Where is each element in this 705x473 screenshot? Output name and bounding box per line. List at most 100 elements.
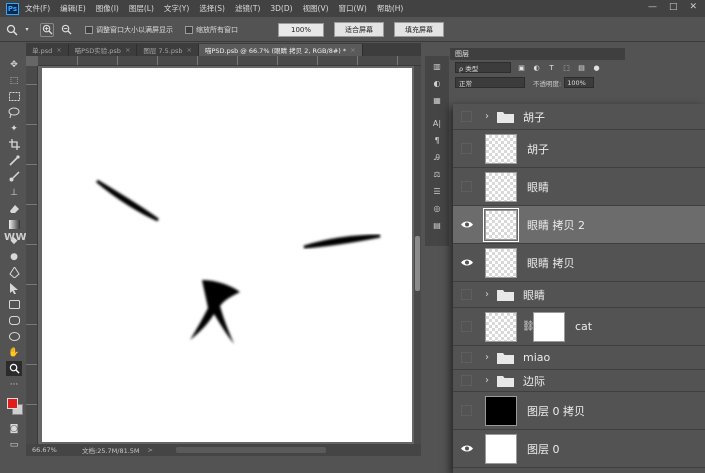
- vertical-ruler[interactable]: [26, 66, 38, 444]
- path-selection-tool-icon[interactable]: [6, 281, 22, 296]
- marquee-tool-icon[interactable]: [6, 89, 22, 104]
- horizontal-ruler[interactable]: [38, 56, 421, 66]
- layer-row[interactable]: 图层 0 拷贝: [453, 392, 705, 430]
- menu-help[interactable]: 帮助(H): [377, 3, 404, 14]
- eraser-tool-icon[interactable]: [6, 201, 22, 216]
- crop-tool-icon[interactable]: [6, 137, 22, 152]
- menu-edit[interactable]: 编辑(E): [60, 3, 86, 14]
- menu-select[interactable]: 选择(S): [199, 3, 225, 14]
- eye-icon[interactable]: [458, 443, 476, 455]
- tab-close-icon[interactable]: ×: [187, 46, 192, 54]
- color-swatches[interactable]: [4, 396, 24, 420]
- layer-row[interactable]: 眼睛: [453, 168, 705, 206]
- maximize-button[interactable]: □: [669, 2, 678, 12]
- status-menu-arrow[interactable]: >: [148, 446, 153, 454]
- tab-document-active[interactable]: 喵PSD.psb @ 66.7% (眼睛 拷贝 2, RGB/8#) * ×: [198, 44, 363, 56]
- resize-windows-checkbox[interactable]: 调整窗口大小以满屏显示: [85, 25, 173, 35]
- smart-object-filter-icon[interactable]: ▤: [577, 63, 586, 72]
- rectangle-tool-icon[interactable]: [6, 297, 22, 312]
- rounded-rectangle-tool-icon[interactable]: [6, 313, 22, 328]
- pen-tool-icon[interactable]: [6, 265, 22, 280]
- eye-icon[interactable]: [458, 257, 476, 269]
- adjustment-filter-icon[interactable]: ◐: [532, 63, 541, 72]
- visibility-toggle-off[interactable]: [461, 111, 472, 122]
- history-panel-icon[interactable]: ▥: [430, 60, 444, 73]
- fill-screen-button[interactable]: 填充屏幕: [394, 22, 444, 37]
- visibility-toggle-off[interactable]: [461, 352, 472, 363]
- swatches-panel-icon[interactable]: ▦: [430, 94, 444, 107]
- menu-layer[interactable]: 图层(L): [129, 3, 154, 14]
- hand-tool-icon[interactable]: ✋: [6, 345, 22, 360]
- zoom-out-icon[interactable]: [59, 23, 73, 37]
- character-panel-icon[interactable]: A|: [430, 117, 444, 130]
- tab-close-icon[interactable]: ×: [56, 46, 61, 54]
- menu-filter[interactable]: 滤镜(T): [235, 3, 260, 14]
- scrollbar-thumb[interactable]: [415, 236, 420, 291]
- layer-row[interactable]: 图层 0: [453, 430, 705, 468]
- chevron-right-icon[interactable]: ›: [485, 352, 489, 363]
- chevron-right-icon[interactable]: ›: [485, 375, 489, 386]
- shape-filter-icon[interactable]: ⬚: [562, 63, 571, 72]
- menu-type[interactable]: 文字(Y): [164, 3, 189, 14]
- layer-row-masked[interactable]: ⛓ cat: [453, 308, 705, 346]
- close-button[interactable]: ✕: [689, 2, 697, 12]
- visibility-toggle-off[interactable]: [461, 321, 472, 332]
- zoom-100-button[interactable]: 100%: [278, 22, 324, 37]
- opacity-field[interactable]: 100%: [564, 77, 595, 88]
- menu-view[interactable]: 视图(V): [303, 3, 329, 14]
- menu-3d[interactable]: 3D(D): [270, 4, 292, 13]
- layer-row[interactable]: 胡子: [453, 130, 705, 168]
- minimize-button[interactable]: —: [648, 2, 657, 12]
- filter-toggle-icon[interactable]: ●: [592, 63, 601, 72]
- zoom-tool-icon[interactable]: [6, 361, 22, 376]
- glyphs-panel-icon[interactable]: Ꭿ: [430, 151, 444, 164]
- brush-tool-icon[interactable]: [6, 169, 22, 184]
- gradient-tool-icon[interactable]: [6, 217, 22, 232]
- visibility-toggle-off[interactable]: [461, 289, 472, 300]
- layer-group-row[interactable]: › miao: [453, 346, 705, 370]
- menu-file[interactable]: 文件(F): [25, 3, 50, 14]
- move-tool-icon[interactable]: ✥: [6, 57, 22, 72]
- adjustments-panel-icon[interactable]: ⚖: [430, 168, 444, 181]
- magic-wand-tool-icon[interactable]: ✦: [6, 121, 22, 136]
- visibility-toggle-off[interactable]: [461, 375, 472, 386]
- chevron-right-icon[interactable]: ›: [485, 111, 489, 122]
- stamp-tool-icon[interactable]: ⊥: [6, 185, 22, 200]
- lasso-tool-icon[interactable]: [6, 105, 22, 120]
- fit-screen-button[interactable]: 适合屏幕: [334, 22, 384, 37]
- layer-group-row[interactable]: › 胡子: [453, 104, 705, 130]
- layer-row-selected[interactable]: 眼睛 拷贝 2: [453, 206, 705, 244]
- properties-panel-icon[interactable]: ▤: [430, 219, 444, 232]
- ellipse-tool-icon[interactable]: [6, 329, 22, 344]
- channels-panel-icon[interactable]: ◎: [430, 202, 444, 215]
- libraries-panel-icon[interactable]: ☰: [430, 185, 444, 198]
- dropdown-arrow-icon[interactable]: ▾: [24, 23, 30, 37]
- layer-row[interactable]: 眼睛 拷贝: [453, 244, 705, 282]
- layer-group-row[interactable]: › 眼睛: [453, 282, 705, 308]
- quick-mask-icon[interactable]: ◙: [6, 421, 22, 436]
- horizontal-scrollbar[interactable]: [176, 447, 326, 453]
- chevron-right-icon[interactable]: ›: [485, 289, 489, 300]
- color-panel-icon[interactable]: ◐: [430, 77, 444, 90]
- document-canvas[interactable]: [42, 68, 412, 442]
- menu-window[interactable]: 窗口(W): [339, 3, 367, 14]
- eyedropper-tool-icon[interactable]: [6, 153, 22, 168]
- layer-kind-filter[interactable]: ρ 类型: [455, 62, 511, 73]
- layers-panel-title[interactable]: 图层: [450, 48, 625, 60]
- tab-document-1[interactable]: 单.psd ×: [26, 44, 69, 56]
- zoom-all-windows-checkbox[interactable]: 缩放所有窗口: [185, 25, 238, 35]
- canvas-area[interactable]: [26, 56, 421, 444]
- tab-close-icon[interactable]: ×: [350, 46, 355, 54]
- tab-document-2[interactable]: 喵PSD实验.psb ×: [69, 44, 138, 56]
- menu-image[interactable]: 图像(I): [96, 3, 119, 14]
- vertical-scrollbar[interactable]: [414, 66, 421, 444]
- layer-group-row[interactable]: › 边际: [453, 370, 705, 392]
- zoom-in-icon[interactable]: [40, 22, 54, 37]
- foreground-color-swatch[interactable]: [7, 398, 18, 409]
- tab-close-icon[interactable]: ×: [125, 46, 130, 54]
- tab-document-3[interactable]: 图层 7.5.psb ×: [137, 44, 199, 56]
- pixel-filter-icon[interactable]: ▣: [517, 63, 526, 72]
- eye-icon[interactable]: [458, 219, 476, 231]
- zoom-tool-icon[interactable]: [5, 23, 19, 37]
- dodge-tool-icon[interactable]: ●: [6, 249, 22, 264]
